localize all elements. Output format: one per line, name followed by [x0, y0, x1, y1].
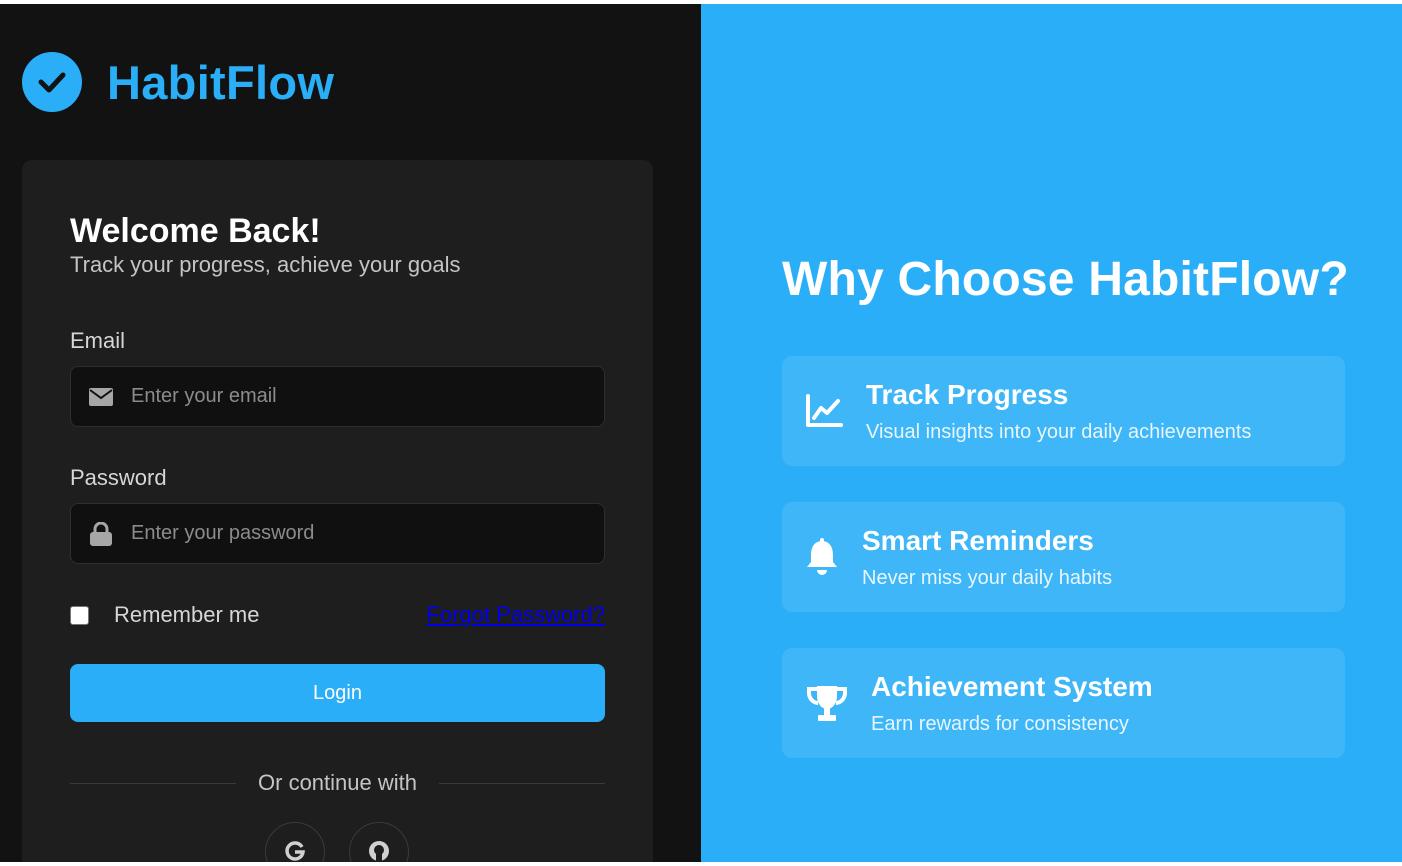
- divider-line-left: [70, 782, 237, 784]
- lock-icon: [71, 521, 131, 546]
- check-circle-icon: [22, 52, 82, 112]
- feature-text: Track Progress Visual insights into your…: [866, 379, 1251, 444]
- login-panel: HabitFlow Welcome Back! Track your progr…: [0, 4, 701, 862]
- password-field-wrapper: [70, 503, 605, 564]
- feature-description: Never miss your daily habits: [862, 566, 1113, 589]
- feature-title: Achievement System: [871, 670, 1153, 702]
- features-panel: Why Choose HabitFlow? Track Progress Vis…: [701, 4, 1402, 862]
- app-frame: HabitFlow Welcome Back! Track your progr…: [0, 4, 1402, 862]
- email-label: Email: [70, 328, 126, 353]
- google-login-button[interactable]: [265, 822, 325, 862]
- remember-me: Remember me: [70, 602, 259, 628]
- trophy-icon: [782, 684, 871, 722]
- login-subtitle: Track your progress, achieve your goals: [70, 252, 461, 277]
- login-title: Welcome Back!: [70, 212, 321, 250]
- divider-line-right: [438, 782, 605, 784]
- feature-card-track-progress: Track Progress Visual insights into your…: [782, 356, 1345, 466]
- email-field[interactable]: [131, 367, 604, 426]
- bell-icon: [782, 538, 862, 576]
- chart-line-icon: [782, 394, 866, 428]
- forgot-password-link[interactable]: Forgot Password?: [426, 602, 605, 628]
- google-icon: [284, 840, 306, 863]
- brand: HabitFlow: [22, 52, 334, 112]
- feature-card-achievement-system: Achievement System Earn rewards for cons…: [782, 648, 1345, 758]
- password-label: Password: [70, 465, 167, 490]
- github-icon: [368, 840, 390, 863]
- feature-title: Smart Reminders: [862, 524, 1094, 556]
- github-login-button[interactable]: [349, 822, 409, 862]
- features-title: Why Choose HabitFlow?: [782, 253, 1349, 306]
- feature-description: Visual insights into your daily achievem…: [866, 420, 1252, 443]
- feature-title: Track Progress: [866, 378, 1069, 410]
- feature-text: Smart Reminders Never miss your daily ha…: [862, 525, 1112, 590]
- remember-me-label: Remember me: [114, 602, 260, 627]
- envelope-icon: [71, 387, 131, 406]
- brand-name: HabitFlow: [107, 55, 335, 109]
- login-button[interactable]: Login: [70, 664, 605, 722]
- password-field[interactable]: [131, 504, 604, 563]
- remember-me-checkbox[interactable]: [70, 605, 89, 625]
- feature-description: Earn rewards for consistency: [871, 712, 1129, 735]
- login-card: Welcome Back! Track your progress, achie…: [22, 160, 653, 862]
- feature-text: Achievement System Earn rewards for cons…: [871, 671, 1153, 736]
- email-field-wrapper: [70, 366, 605, 427]
- feature-card-smart-reminders: Smart Reminders Never miss your daily ha…: [782, 502, 1345, 612]
- social-divider: Or continue with: [70, 770, 605, 796]
- divider-label: Or continue with: [258, 770, 417, 795]
